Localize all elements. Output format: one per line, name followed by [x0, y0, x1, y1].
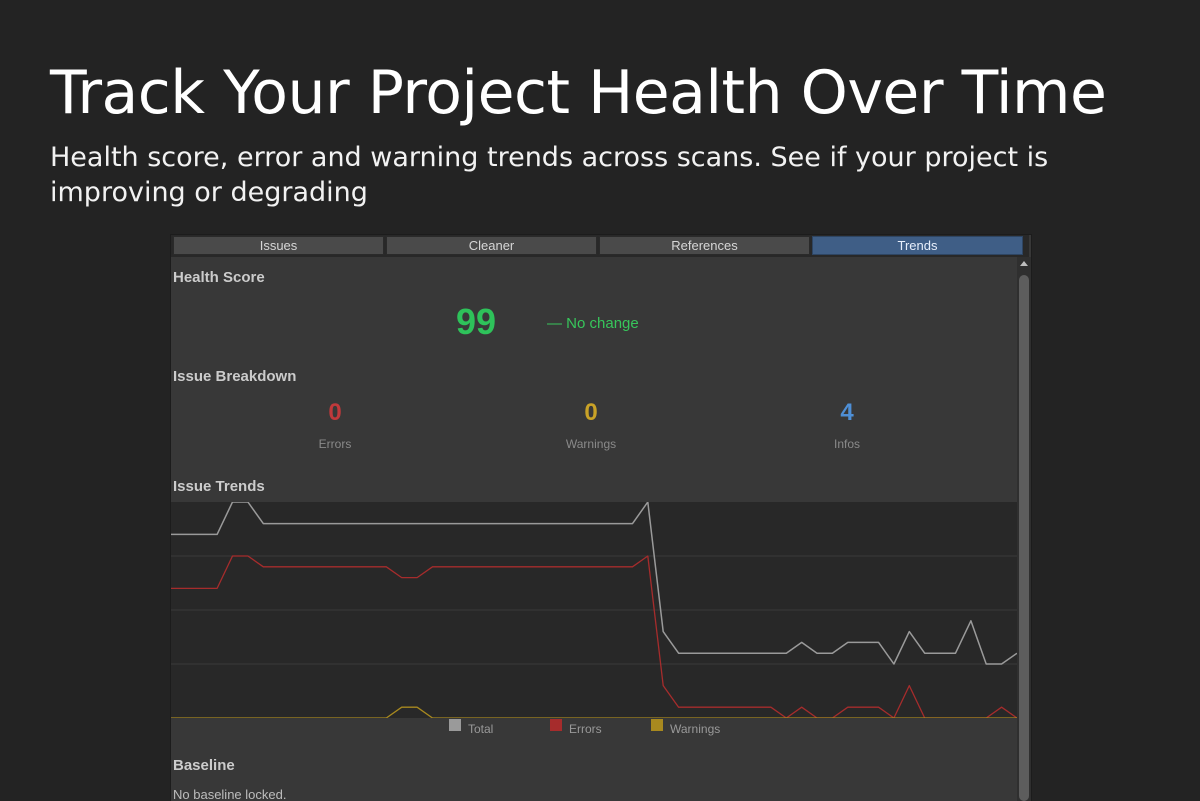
- infos-label: Infos: [833, 437, 860, 451]
- legend-swatch-errors: [550, 719, 562, 731]
- hero-title: Track Your Project Health Over Time: [50, 58, 1107, 128]
- legend-label-total: Total: [468, 722, 494, 736]
- hero-subtitle: Health score, error and warning trends a…: [50, 142, 1049, 208]
- errors-count: 0: [328, 399, 342, 426]
- issue-trends-heading: Issue Trends: [173, 478, 265, 495]
- warnings-count: 0: [584, 399, 598, 426]
- issue-breakdown-heading: Issue Breakdown: [173, 368, 297, 385]
- scroll-up-arrow-icon[interactable]: [1020, 261, 1028, 266]
- scrollbar-thumb[interactable]: [1019, 275, 1029, 801]
- infos-count: 4: [840, 399, 854, 426]
- trends-window: Issues Cleaner References Trends Health …: [170, 234, 1032, 801]
- issue-trends-chart: [171, 502, 1017, 718]
- warnings-label: Warnings: [565, 437, 617, 451]
- legend-label-warnings: Warnings: [670, 722, 721, 736]
- legend-swatch-total: [449, 719, 461, 731]
- health-score-heading: Health Score: [173, 269, 265, 286]
- tab-bar: Issues Cleaner References Trends: [171, 235, 1029, 257]
- tab-cleaner[interactable]: Cleaner: [386, 236, 597, 255]
- health-score-change: — No change: [547, 315, 639, 332]
- baseline-heading: Baseline: [173, 757, 235, 774]
- baseline-status-text: No baseline locked.: [173, 787, 287, 801]
- legend-swatch-warnings: [651, 719, 663, 731]
- health-score-value: 99: [456, 301, 497, 342]
- tab-references[interactable]: References: [599, 236, 810, 255]
- tab-issues[interactable]: Issues: [173, 236, 384, 255]
- errors-label: Errors: [318, 437, 352, 451]
- legend-label-errors: Errors: [569, 722, 602, 736]
- tab-trends[interactable]: Trends: [812, 236, 1023, 255]
